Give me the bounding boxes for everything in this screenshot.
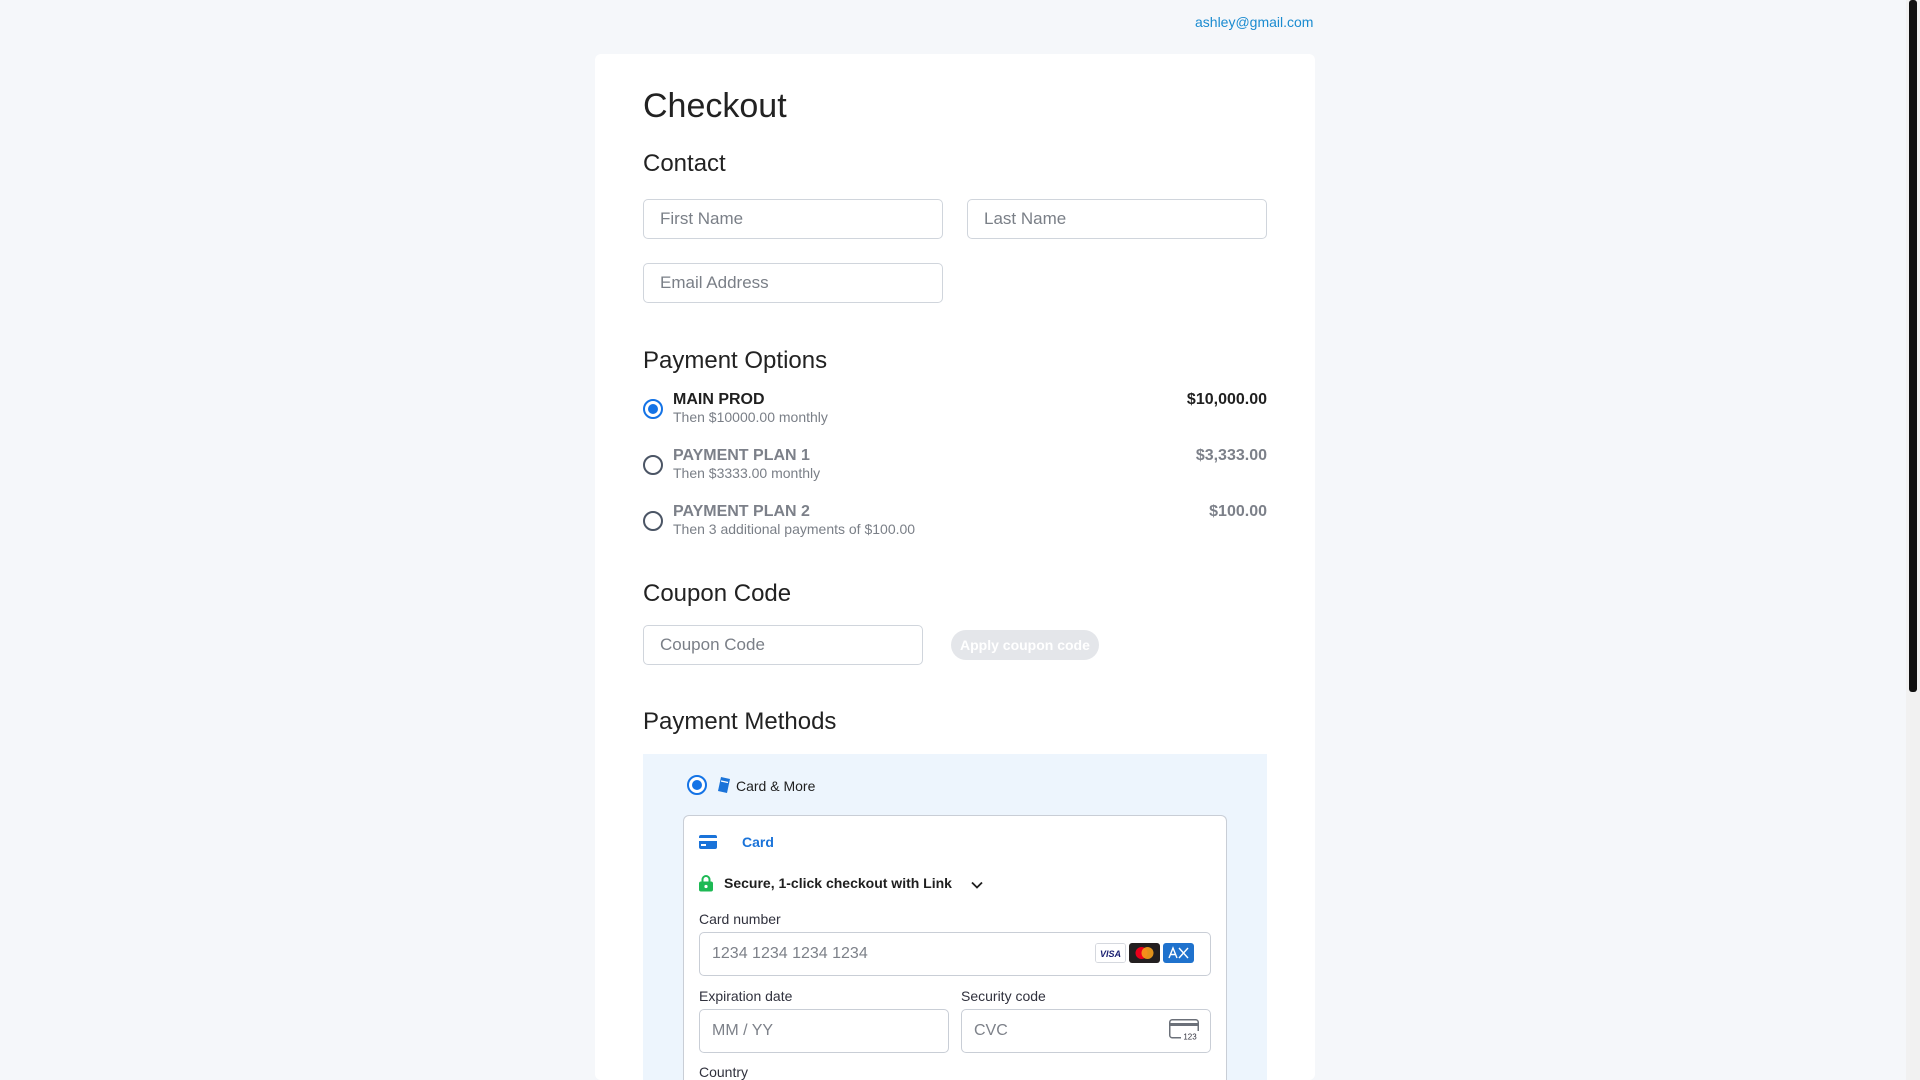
mastercard-icon bbox=[1129, 943, 1160, 963]
last-name-input[interactable] bbox=[967, 199, 1267, 239]
card-and-more-radio[interactable] bbox=[687, 775, 707, 795]
plan-price: $3,333.00 bbox=[1195, 447, 1267, 464]
plan-subtitle: Then 3 additional payments of $100.00 bbox=[673, 521, 916, 537]
plan-name: MAIN PROD bbox=[673, 391, 765, 408]
security-code-label: Security code bbox=[961, 988, 1046, 1004]
coupon-heading: Coupon Code bbox=[643, 580, 792, 607]
plan-subtitle: Then $3333.00 monthly bbox=[673, 465, 821, 481]
credit-card-icon bbox=[699, 835, 717, 849]
card-and-more-label[interactable]: Card & More bbox=[736, 778, 815, 794]
email-input[interactable] bbox=[643, 263, 943, 303]
contact-heading: Contact bbox=[643, 150, 726, 177]
payment-option-radio[interactable] bbox=[643, 399, 663, 419]
chevron-down-icon[interactable] bbox=[970, 878, 984, 892]
card-number-label: Card number bbox=[699, 911, 781, 927]
country-label: Country bbox=[699, 1064, 749, 1080]
amex-icon bbox=[1163, 943, 1194, 963]
first-name-input[interactable] bbox=[643, 199, 943, 239]
page-title: Checkout bbox=[643, 87, 787, 125]
card-tag-icon bbox=[718, 777, 730, 793]
cvc-card-icon: 123 bbox=[1169, 1019, 1199, 1041]
payment-methods-panel: Card & More Card Secure, 1-click checkou… bbox=[643, 754, 1267, 1080]
payment-option-main-prod[interactable]: MAIN PROD Then $10000.00 monthly $10,000… bbox=[643, 391, 1267, 431]
scrollbar-thumb[interactable] bbox=[1909, 0, 1917, 692]
payment-option-plan-1[interactable]: PAYMENT PLAN 1 Then $3333.00 monthly $3,… bbox=[643, 447, 1267, 487]
expiration-date-input[interactable] bbox=[699, 1009, 949, 1053]
payment-option-radio[interactable] bbox=[643, 511, 663, 531]
card-tab[interactable]: Card bbox=[742, 834, 774, 850]
plan-price: $10,000.00 bbox=[1186, 391, 1267, 408]
visa-icon: VISA bbox=[1095, 943, 1126, 963]
payment-option-radio[interactable] bbox=[643, 455, 663, 475]
link-checkout-toggle[interactable]: Secure, 1-click checkout with Link bbox=[724, 875, 952, 891]
apply-coupon-button[interactable]: Apply coupon code bbox=[951, 630, 1099, 660]
plan-subtitle: Then $10000.00 monthly bbox=[673, 409, 828, 425]
card-number-field: VISA bbox=[699, 932, 1211, 976]
payment-methods-heading: Payment Methods bbox=[643, 708, 837, 735]
card-payment-form: Card Secure, 1-click checkout with Link … bbox=[683, 815, 1227, 1080]
account-email-link[interactable]: ashley@gmail.com bbox=[1195, 14, 1313, 30]
expiration-date-label: Expiration date bbox=[699, 988, 793, 1004]
lock-icon bbox=[699, 875, 713, 892]
plan-name: PAYMENT PLAN 1 bbox=[673, 447, 810, 464]
svg-text:VISA: VISA bbox=[1100, 949, 1121, 959]
payment-options-heading: Payment Options bbox=[643, 347, 828, 374]
svg-text:123: 123 bbox=[1183, 1033, 1197, 1042]
security-code-field: 123 bbox=[961, 1009, 1211, 1053]
page-scrollbar[interactable] bbox=[1906, 0, 1920, 1080]
checkout-card: Checkout Contact Payment Options MAIN PR… bbox=[595, 54, 1315, 1080]
coupon-code-input[interactable] bbox=[643, 625, 923, 665]
plan-price: $100.00 bbox=[1209, 503, 1267, 520]
payment-option-plan-2[interactable]: PAYMENT PLAN 2 Then 3 additional payment… bbox=[643, 503, 1267, 543]
plan-name: PAYMENT PLAN 2 bbox=[673, 503, 810, 520]
